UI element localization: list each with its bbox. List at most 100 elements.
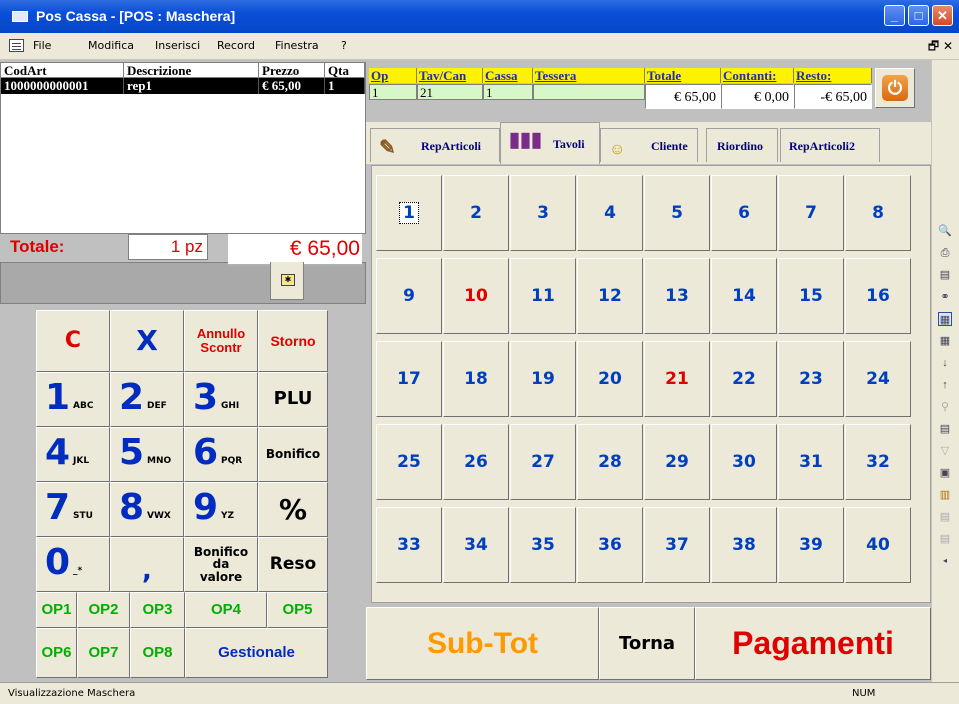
table-button-6[interactable]: 6 [711,175,777,251]
table-button-4[interactable]: 4 [577,175,643,251]
op5-button[interactable]: OP5 [267,592,328,628]
op8-button[interactable]: OP8 [130,628,185,678]
table-button-39[interactable]: 39 [778,507,844,583]
maximize-button[interactable]: □ [908,5,929,26]
table-button-5[interactable]: 5 [644,175,710,251]
table-button-8[interactable]: 8 [845,175,911,251]
table-button-17[interactable]: 17 [376,341,442,417]
table-button-11[interactable]: 11 [510,258,576,334]
storno-button[interactable]: Storno [258,310,328,372]
table-button-9[interactable]: 9 [376,258,442,334]
table-button-10[interactable]: 10 [443,258,509,334]
table-button-35[interactable]: 35 [510,507,576,583]
plu-button[interactable]: PLU [258,372,328,427]
table-button-19[interactable]: 19 [510,341,576,417]
tessera-value[interactable] [533,84,645,100]
mdi-controls[interactable]: 🗗 ✕ [928,37,953,58]
table-button-40[interactable]: 40 [845,507,911,583]
menu-finestra[interactable]: Finestra [275,39,319,52]
percent-button[interactable]: % [258,482,328,537]
form-view-icon[interactable]: ▦ [938,312,952,326]
print-icon[interactable]: ⎙ [938,246,952,260]
table-button-38[interactable]: 38 [711,507,777,583]
menu-modifica[interactable]: Modifica [88,39,134,52]
tab-riordino[interactable]: Riordino [706,128,778,162]
sort-ascending-icon[interactable]: ↓ [938,356,952,370]
key-7[interactable]: 7 STU [36,482,110,537]
binoculars-icon[interactable]: ⚭ [938,290,952,304]
table-button-21[interactable]: 21 [644,341,710,417]
table-button-13[interactable]: 13 [644,258,710,334]
gestionale-button[interactable]: Gestionale [185,628,328,678]
key-1[interactable]: 1 ABC [36,372,110,427]
table-button-14[interactable]: 14 [711,258,777,334]
table-button-12[interactable]: 12 [577,258,643,334]
tab-cliente[interactable]: ☺ Cliente [600,128,698,162]
apply-filter-icon[interactable]: ▽ [938,444,952,458]
table-button-24[interactable]: 24 [845,341,911,417]
tab-reparticoli[interactable]: ✎ RepArticoli [370,128,500,162]
tav-value[interactable]: 21 [417,84,483,100]
key-3[interactable]: 3 GHI [184,372,258,427]
table-button-7[interactable]: 7 [778,175,844,251]
datasheet-icon[interactable]: ▦ [938,334,952,348]
properties-icon[interactable]: ▤ [938,532,952,546]
book-icon[interactable]: ▤ [938,268,952,282]
key-9[interactable]: 9 YZ [184,482,258,537]
reso-button[interactable]: Reso [258,537,328,592]
tab-reparticoli2[interactable]: RepArticoli2 [780,128,880,162]
key-2[interactable]: 2 DEF [110,372,184,427]
key-5[interactable]: 5 MNO [110,427,184,482]
table-button-37[interactable]: 37 [644,507,710,583]
key-0[interactable]: 0 _* [36,537,110,592]
table-button-18[interactable]: 18 [443,341,509,417]
item-grid[interactable]: CodArt Descrizione Prezzo Qta 1000000000… [0,62,366,234]
menu-record[interactable]: Record [217,39,255,52]
filter-selection-icon[interactable]: ⚲ [938,400,952,414]
op1-button[interactable]: OP1 [36,592,77,628]
table-row-descrizione[interactable]: rep1 [124,78,259,94]
contanti-value[interactable]: € 0,00 [721,84,794,109]
table-button-25[interactable]: 25 [376,424,442,500]
table-button-16[interactable]: 16 [845,258,911,334]
op7-button[interactable]: OP7 [77,628,130,678]
power-button[interactable]: ⏻ [875,68,915,108]
op2-button[interactable]: OP2 [77,592,130,628]
close-button[interactable]: ✕ [932,5,953,26]
title-bar[interactable]: Pos Cassa - [POS : Maschera] _ □ ✕ [0,0,959,33]
table-button-26[interactable]: 26 [443,424,509,500]
toolbar-more-icon[interactable]: ◂ [938,554,952,568]
key-8[interactable]: 8 VWX [110,482,184,537]
table-button-30[interactable]: 30 [711,424,777,500]
table-button-2[interactable]: 2 [443,175,509,251]
table-button-36[interactable]: 36 [577,507,643,583]
table-button-34[interactable]: 34 [443,507,509,583]
op3-button[interactable]: OP3 [130,592,185,628]
bonifico-button[interactable]: Bonifico [258,427,328,482]
table-button-15[interactable]: 15 [778,258,844,334]
clear-button[interactable]: C [36,310,110,372]
folder-button[interactable]: ✱ [270,262,304,300]
op-value[interactable]: 1 [369,84,417,100]
cancel-x-button[interactable]: X [110,310,184,372]
table-button-28[interactable]: 28 [577,424,643,500]
table-button-29[interactable]: 29 [644,424,710,500]
menu-file[interactable]: File [33,39,51,52]
key-6[interactable]: 6 PQR [184,427,258,482]
torna-button[interactable]: Torna [599,607,695,680]
pagamenti-button[interactable]: Pagamenti [695,607,931,680]
key-4[interactable]: 4 JKL [36,427,110,482]
table-row-qta[interactable]: 1 [325,78,365,94]
table-button-1[interactable]: 1 [376,175,442,251]
menu-inserisci[interactable]: Inserisci [155,39,200,52]
table-button-23[interactable]: 23 [778,341,844,417]
filter-form-icon[interactable]: ▤ [938,422,952,436]
sort-descending-icon[interactable]: ↑ [938,378,952,392]
table-button-22[interactable]: 22 [711,341,777,417]
new-record-icon[interactable]: ▣ [938,466,952,480]
comma-button[interactable]: , [110,537,184,592]
table-button-33[interactable]: 33 [376,507,442,583]
table-button-20[interactable]: 20 [577,341,643,417]
chart-icon[interactable]: ▥ [938,488,952,502]
minimize-button[interactable]: _ [884,5,905,26]
